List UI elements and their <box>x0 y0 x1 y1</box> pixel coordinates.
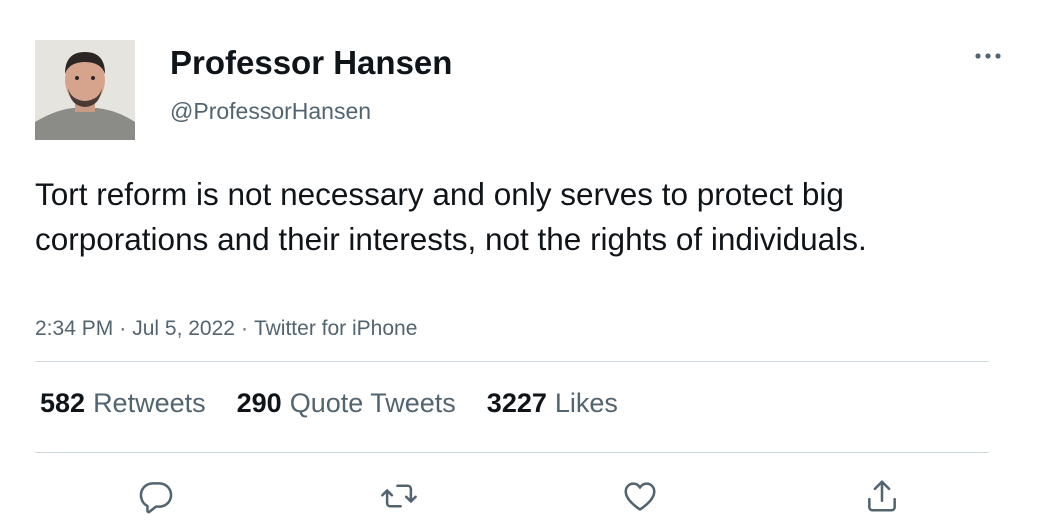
share-button[interactable] <box>862 476 902 516</box>
divider <box>35 452 989 453</box>
more-horizontal-icon <box>975 53 1001 59</box>
tweet-text: Tort reform is not necessary and only se… <box>35 176 867 257</box>
tweet-date[interactable]: Jul 5, 2022 <box>132 317 235 340</box>
retweets-stat[interactable]: 582 Retweets <box>40 386 206 420</box>
heart-icon <box>624 482 656 511</box>
retweets-label: Retweets <box>93 388 206 418</box>
share-icon <box>868 480 896 512</box>
likes-count: 3227 <box>486 388 547 418</box>
reply-button[interactable] <box>136 476 176 516</box>
tweet-time[interactable]: 2:34 PM <box>35 317 113 340</box>
quote-tweets-stat[interactable]: 290 Quote Tweets <box>237 386 456 420</box>
quote-tweets-label: Quote Tweets <box>289 388 456 418</box>
more-options-button[interactable] <box>968 42 1008 70</box>
action-bar <box>0 476 1050 516</box>
retweet-button[interactable] <box>379 476 419 516</box>
tweet-metadata: 2:34 PM · Jul 5, 2022 · Twitter for iPhone <box>35 316 417 342</box>
tweet-source[interactable]: Twitter for iPhone <box>254 317 417 340</box>
display-name[interactable]: Professor Hansen <box>170 44 452 82</box>
quote-tweets-count: 290 <box>236 388 282 418</box>
meta-separator: · <box>240 317 248 340</box>
retweet-icon <box>381 484 417 508</box>
like-button[interactable] <box>620 476 660 516</box>
avatar[interactable] <box>35 40 135 140</box>
reply-icon <box>139 482 173 514</box>
retweets-count: 582 <box>40 388 86 418</box>
user-handle[interactable]: @ProfessorHansen <box>170 98 371 124</box>
avatar-photo <box>35 40 135 140</box>
likes-stat[interactable]: 3227 Likes <box>487 386 618 420</box>
divider <box>35 361 989 362</box>
likes-label: Likes <box>554 388 618 418</box>
engagement-stats: 582 Retweets 290 Quote Tweets 3227 Likes <box>40 386 618 420</box>
meta-separator: · <box>119 317 127 340</box>
